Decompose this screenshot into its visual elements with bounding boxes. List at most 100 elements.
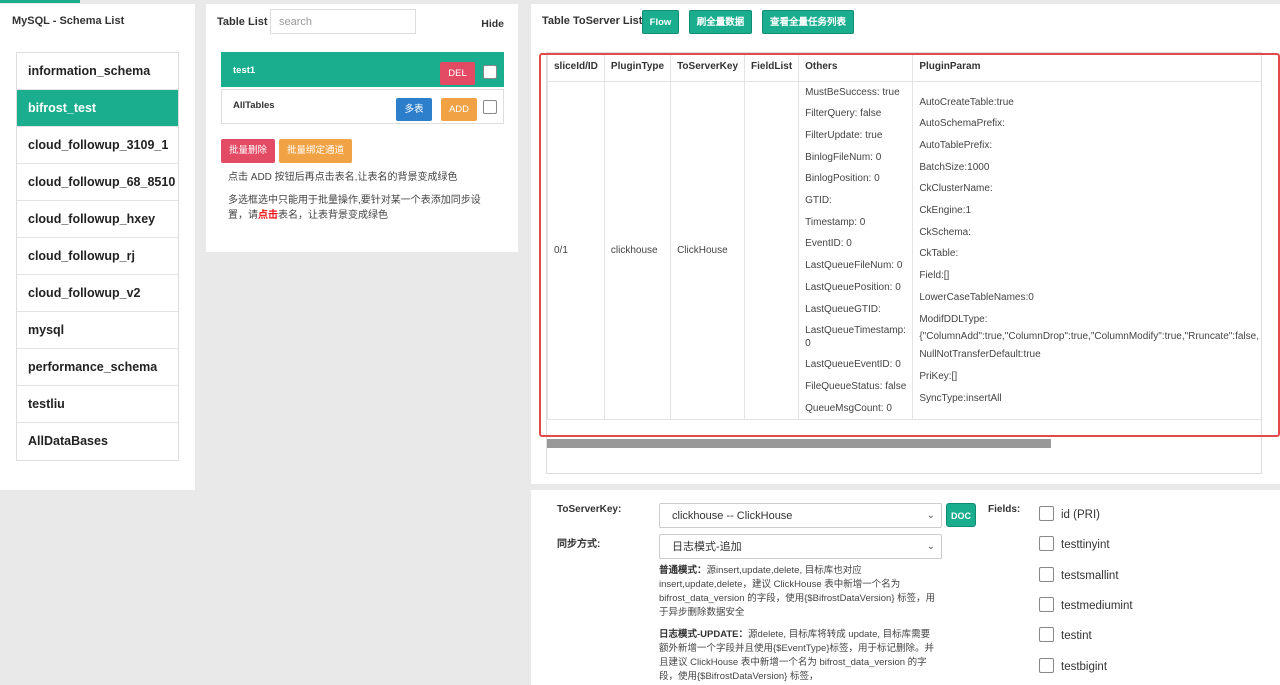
schema-item[interactable]: cloud_followup_68_8510 [17,164,178,201]
horizontal-scrollbar[interactable] [547,439,1051,448]
flow-button[interactable]: Flow [642,10,679,34]
normal-mode-title: 普通模式： [659,565,707,576]
fields-label: Fields: [988,504,1021,515]
others-item: FilterQuery: false [805,108,882,120]
schema-item[interactable]: information_schema [17,53,178,90]
others-item: BinlogPosition: 0 [805,173,880,185]
schema-panel-title: MySQL - Schema List [12,15,125,27]
table-search-input[interactable] [270,9,416,34]
schema-item[interactable]: cloud_followup_3109_1 [17,127,178,164]
column-header: Others [798,53,914,82]
table-header-row: sliceId/ID PluginType ToServerKey FieldList… [547,53,1261,82]
chevron-down-icon: ⌄ [926,510,935,521]
others-item: LastQueuePosition: 0 [805,281,901,293]
schema-item[interactable]: AllDataBases [17,423,178,460]
sync-mode-value: 日志模式-追加 [672,541,742,553]
param-item: AutoTablePrefix: [919,139,993,151]
delete-table-button[interactable]: DEL [440,62,475,85]
schema-item[interactable]: testliu [17,386,178,423]
plugin-type-cell: clickhouse [603,80,672,421]
table-name: AllTables [233,100,275,111]
top-accent-bar [0,0,80,3]
batch-delete-button[interactable]: 批量删除 [221,139,275,163]
param-item: Field:[] [919,270,950,282]
param-item: SyncType:insertAll [919,392,1002,404]
schema-list: information_schema bifrost_test cloud_foll… [16,52,179,461]
doc-button[interactable]: DOC [946,503,976,527]
field-label: testbigint [1061,660,1108,673]
field-list-cell [744,80,800,421]
plugin-param-cell: AutoCreateTable:true AutoSchemaPrefix: Aut… [912,80,1261,421]
param-item: ModifDDLType: [919,313,988,325]
params-list: AutoCreateTable:true AutoSchemaPrefix: Aut… [919,92,1259,410]
others-item: QueueMsgCount: 0 [805,402,892,414]
schema-item[interactable]: cloud_followup_rj [17,238,178,275]
schema-item[interactable]: cloud_followup_hxey [17,201,178,238]
schema-panel: MySQL - Schema List information_schema bi… [0,4,195,490]
batch-bind-channel-button[interactable]: 批量绑定通道 [279,139,352,163]
table-row-test1[interactable]: test1 DEL [221,52,504,87]
param-item: CkSchema: [919,226,972,238]
others-item: FileQueueStatus: false [805,380,907,392]
column-header: PluginType [603,53,672,82]
param-item: CkEngine:1 [919,205,972,217]
hide-link[interactable]: Hide [481,18,504,30]
table-panel: Table List Hide test1 DEL AllTables 多表 A… [206,4,518,252]
others-item: MustBeSuccess: true [805,86,900,98]
param-item: LowerCaseTableNames:0 [919,291,1034,303]
to-server-panel: Table ToServer List Flow 刷全量数据 查看全量任务列表 … [531,4,1280,484]
sync-mode-select[interactable]: 日志模式-追加 ⌄ [659,534,942,559]
others-item: Timestamp: 0 [805,216,866,228]
refresh-full-data-button[interactable]: 刷全量数据 [689,10,752,34]
table-panel-title: Table List [217,16,268,28]
param-item: BatchSize:1000 [919,161,990,173]
field-label: id (PRI) [1061,509,1100,521]
schema-item[interactable]: performance_schema [17,349,178,386]
to-server-form: ToServerKey: clickhouse -- ClickHouse ⌄ … [531,490,1280,685]
help-text-add: 点击 ADD 按钮后再点击表名,让表名的背景变成绿色 [228,172,458,183]
param-item: AutoSchemaPrefix: [919,118,1005,130]
field-checkbox[interactable] [1039,657,1054,673]
slice-cell: 0/1 [547,80,605,421]
log-mode-description: 日志模式-UPDATE：源delete, 目标库将转成 update, 目标库需… [659,628,939,684]
add-table-button[interactable]: ADD [441,98,477,121]
param-item: CkTable: [919,248,959,260]
help-text-multi: 多选框选中只能用于批量操作,要针对某一个表添加同步设置，请点击表名，让表背景变成… [228,193,488,223]
table-row-alltables[interactable]: AllTables 多表 ADD [221,89,504,124]
field-checkbox[interactable] [1039,536,1054,552]
to-server-key-select[interactable]: clickhouse -- ClickHouse ⌄ [659,503,942,528]
others-item: FilterUpdate: true [805,129,883,141]
to-server-panel-title: Table ToServer List [542,15,643,27]
normal-mode-description: 普通模式：源insert,update,delete, 目标库也对应insert… [659,564,939,620]
schema-item[interactable]: cloud_followup_v2 [17,275,178,312]
field-label: testmediumint [1061,599,1133,612]
view-full-tasks-button[interactable]: 查看全量任务列表 [762,10,854,34]
schema-item[interactable]: bifrost_test [17,90,178,127]
others-item: LastQueueEventID: 0 [805,359,901,371]
table-checkbox[interactable] [483,100,497,114]
others-item: GTID: [805,195,832,207]
others-item: BinlogFileNum: 0 [805,151,882,163]
table-row: 0/1 clickhouse ClickHouse MustBeSuccess:… [547,80,1261,421]
param-item: NullNotTransferDefault:true [919,349,1041,361]
others-cell: MustBeSuccess: true FilterQuery: false Fil… [798,80,914,421]
column-header: ToServerKey [670,53,746,82]
field-checkbox[interactable] [1039,506,1054,521]
field-label: testsmallint [1061,569,1119,582]
param-item: {"ColumnAdd":true,"ColumnDrop":true,"Col… [919,331,1259,343]
multi-table-button[interactable]: 多表 [396,98,432,121]
param-item: PriKey:[] [919,370,958,382]
others-item: EventID: 0 [805,238,852,250]
to-server-table-container: sliceId/ID PluginType ToServerKey FieldList… [546,52,1262,474]
schema-item[interactable]: mysql [17,312,178,349]
table-checkbox[interactable] [483,65,497,79]
field-checkbox[interactable] [1039,596,1054,612]
chevron-down-icon: ⌄ [926,541,935,552]
others-item: LastQueueGTID: [805,303,881,315]
to-server-key-label: ToServerKey: [557,504,622,515]
to-server-key-cell: ClickHouse [670,80,746,421]
table-name: test1 [233,65,256,76]
field-checkbox[interactable] [1039,566,1054,582]
log-mode-title: 日志模式-UPDATE： [659,629,749,640]
field-checkbox[interactable] [1039,627,1054,643]
